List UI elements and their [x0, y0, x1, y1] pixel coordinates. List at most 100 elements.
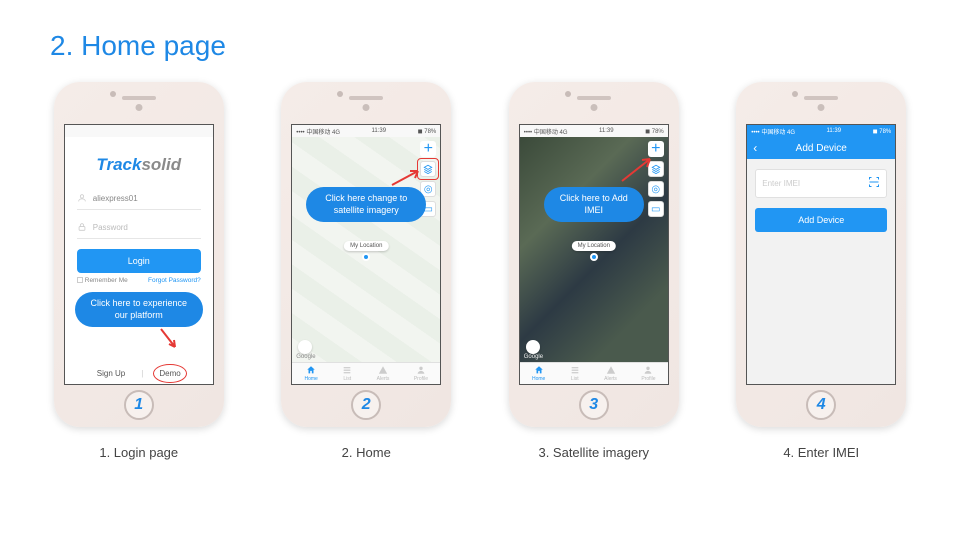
user-icon [77, 193, 87, 203]
phone-col-home: •••• 中国移动 4G 11:39 ◼ 78% + ◎ ▭ Click her… [266, 82, 466, 460]
tab-home[interactable]: Home [532, 365, 545, 382]
callout-satellite: Click here to Add IMEI [544, 187, 644, 222]
phone-number-badge: 1 [134, 396, 143, 414]
imei-placeholder: Enter IMEI [762, 179, 800, 188]
phone-home-button: 4 [806, 390, 836, 420]
demo-link[interactable]: Demo [159, 369, 180, 378]
caption-login: 1. Login page [99, 445, 178, 460]
alert-icon [378, 365, 388, 375]
map-tool-button-2[interactable]: ▭ [648, 201, 664, 217]
password-field[interactable]: Password [77, 216, 201, 239]
phone-camera-icon [135, 104, 142, 111]
status-time: 11:39 [372, 128, 387, 134]
app-logo: Tracksolid [65, 155, 213, 175]
back-button[interactable]: ‹ [753, 141, 757, 155]
profile-icon [416, 365, 426, 375]
status-right: ◼ 78% [418, 128, 437, 135]
nav-bar: ‹ Add Device [747, 137, 895, 159]
phone-col-login: Tracksolid aliexpress01 Password Login R… [39, 82, 239, 460]
login-button[interactable]: Login [77, 249, 201, 273]
compass-icon[interactable] [526, 340, 540, 354]
tab-alerts[interactable]: Alerts [604, 365, 617, 382]
caption-satellite: 3. Satellite imagery [538, 445, 649, 460]
status-bar: •••• 中国移动 4G 11:39 ◼ 78% [747, 125, 895, 137]
status-right: ◼ 78% [645, 128, 664, 135]
phone-col-add-device: •••• 中国移动 4G 11:39 ◼ 78% ‹ Add Device En… [721, 82, 921, 460]
status-time: 11:39 [827, 128, 842, 134]
add-device-button[interactable]: Add Device [755, 208, 887, 232]
tab-list[interactable]: List [342, 365, 352, 382]
phone-frame: •••• 中国移动 4G 11:39 ◼ 78% + ◎ ▭ Click her… [281, 82, 451, 427]
location-pin-icon [362, 253, 370, 261]
alert-icon [606, 365, 616, 375]
page-title: 2. Home page [0, 0, 960, 62]
profile-icon [643, 365, 653, 375]
logo-part1: Track [96, 155, 141, 174]
tab-bar: Home List Alerts Profile [520, 362, 668, 384]
phone-number-badge: 3 [589, 396, 598, 414]
tab-bar: Home List Alerts Profile [292, 362, 440, 384]
phones-row: Tracksolid aliexpress01 Password Login R… [0, 62, 960, 460]
status-bar: •••• 中国移动 4G 11:39 ◼ 78% [520, 125, 668, 137]
callout-home: Click here change to satellite imagery [306, 187, 426, 222]
tab-profile[interactable]: Profile [641, 365, 655, 382]
tab-profile[interactable]: Profile [414, 365, 428, 382]
status-left: •••• 中国移动 4G [751, 127, 795, 136]
add-device-button[interactable]: + [420, 141, 436, 157]
imei-field[interactable]: Enter IMEI [755, 169, 887, 198]
status-bar: •••• 中国移动 4G 11:39 ◼ 78% [292, 125, 440, 137]
nav-title: Add Device [796, 143, 847, 154]
tab-alerts[interactable]: Alerts [377, 365, 390, 382]
phone-number-badge: 4 [817, 396, 826, 414]
location-pin-icon [590, 253, 598, 261]
signup-link[interactable]: Sign Up [97, 369, 125, 378]
home-icon [534, 365, 544, 375]
lock-icon [77, 222, 87, 232]
location-bubble[interactable]: My Location [572, 241, 616, 251]
signup-row: Sign Up | Demo [65, 369, 213, 378]
logo-part2: solid [141, 155, 181, 174]
phone-frame: Tracksolid aliexpress01 Password Login R… [54, 82, 224, 427]
login-screen: Tracksolid aliexpress01 Password Login R… [64, 124, 214, 385]
scan-icon[interactable] [868, 176, 880, 191]
tab-home[interactable]: Home [304, 365, 317, 382]
location-bubble[interactable]: My Location [344, 241, 388, 251]
home-icon [306, 365, 316, 375]
remember-checkbox[interactable]: Remember Me [77, 277, 128, 284]
home-screen: •••• 中国移动 4G 11:39 ◼ 78% + ◎ ▭ Click her… [291, 124, 441, 385]
status-left: •••• 中国移动 4G [296, 127, 340, 136]
layers-icon [423, 164, 433, 174]
red-arrow-icon [155, 325, 185, 355]
red-arrow-icon [388, 165, 424, 189]
list-icon [570, 365, 580, 375]
username-value: aliexpress01 [93, 194, 138, 203]
caption-home: 2. Home [342, 445, 391, 460]
phone-frame: •••• 中国移动 4G 11:39 ◼ 78% ‹ Add Device En… [736, 82, 906, 427]
red-arrow-icon [616, 155, 656, 185]
tab-list[interactable]: List [570, 365, 580, 382]
username-field[interactable]: aliexpress01 [77, 187, 201, 210]
google-attribution: Google [296, 354, 315, 360]
phone-camera-icon [363, 104, 370, 111]
phone-home-button: 1 [124, 390, 154, 420]
status-time: 11:39 [599, 128, 614, 134]
status-left: •••• 中国移动 4G [524, 127, 568, 136]
phone-col-satellite: •••• 中国移动 4G 11:39 ◼ 78% + ◎ ▭ Click her… [494, 82, 694, 460]
phone-home-button: 3 [579, 390, 609, 420]
phone-home-button: 2 [351, 390, 381, 420]
add-device-screen: •••• 中国移动 4G 11:39 ◼ 78% ‹ Add Device En… [746, 124, 896, 385]
phone-camera-icon [818, 104, 825, 111]
satellite-screen: •••• 中国移动 4G 11:39 ◼ 78% + ◎ ▭ Click her… [519, 124, 669, 385]
remember-row: Remember Me Forgot Password? [77, 277, 201, 284]
list-icon [342, 365, 352, 375]
caption-add-device: 4. Enter IMEI [783, 445, 859, 460]
phone-number-badge: 2 [362, 396, 371, 414]
callout-login: Click here to experience our platform [75, 292, 203, 327]
status-right: ◼ 78% [873, 128, 892, 135]
password-placeholder: Password [93, 223, 128, 232]
forgot-password-link[interactable]: Forgot Password? [148, 277, 201, 284]
status-bar [65, 125, 213, 137]
phone-frame: •••• 中国移动 4G 11:39 ◼ 78% + ◎ ▭ Click her… [509, 82, 679, 427]
phone-camera-icon [590, 104, 597, 111]
add-device-body: Enter IMEI Add Device [747, 159, 895, 384]
